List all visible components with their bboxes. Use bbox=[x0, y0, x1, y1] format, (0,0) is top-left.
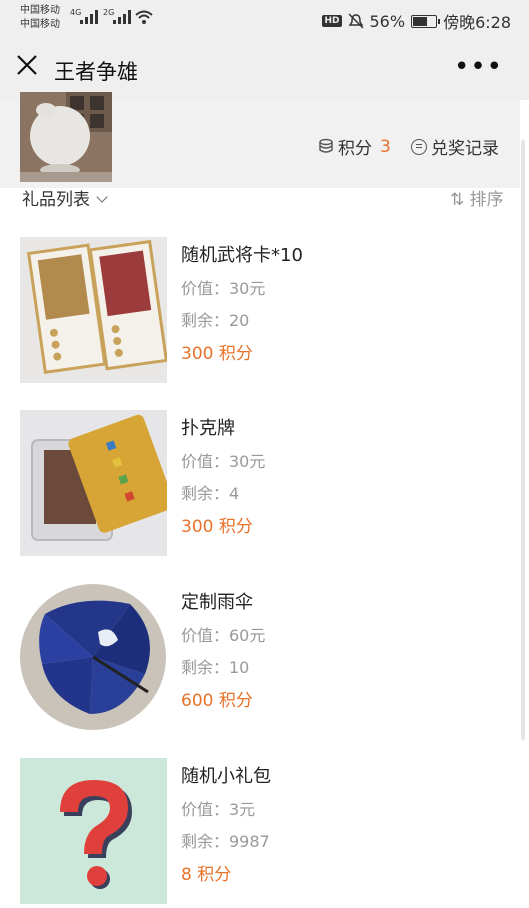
carrier-label-1: 中国移动 bbox=[20, 5, 60, 16]
gift-list-label: 礼品列表 bbox=[22, 190, 90, 210]
item-name: 随机武将卡*10 bbox=[181, 245, 303, 266]
list-item[interactable]: 随机武将卡*10 价值：30元 剩余：20 300 积分 bbox=[0, 237, 520, 387]
item-thumbnail bbox=[20, 237, 167, 383]
avatar[interactable] bbox=[20, 92, 112, 182]
redeem-record-label: 兑奖记录 bbox=[431, 139, 499, 159]
clock: 傍晚6:28 bbox=[443, 13, 511, 32]
status-right: HD 56% 傍晚6:28 bbox=[322, 9, 511, 33]
sort-button[interactable]: ⇅ 排序 bbox=[450, 185, 504, 210]
question-mark-image bbox=[20, 758, 167, 904]
battery-percent: 56% bbox=[369, 11, 406, 31]
item-thumbnail bbox=[20, 584, 167, 730]
item-thumbnail bbox=[20, 410, 167, 556]
more-menu-button[interactable]: ••• bbox=[454, 52, 503, 82]
item-stock: 剩余：4 bbox=[181, 484, 240, 503]
battery-fill bbox=[413, 16, 427, 26]
item-name: 随机小礼包 bbox=[181, 766, 271, 787]
carrier-labels: 中国移动 中国移动 bbox=[20, 4, 60, 32]
points-display: 积分 3 bbox=[318, 134, 391, 159]
umbrella-image bbox=[20, 584, 167, 730]
points-label: 积分 bbox=[338, 139, 372, 159]
cards-image bbox=[20, 237, 167, 383]
list-icon bbox=[411, 138, 427, 155]
item-value: 价值：3元 bbox=[181, 800, 256, 819]
signal-icon-2 bbox=[113, 10, 131, 24]
item-points: 300 积分 bbox=[181, 517, 253, 537]
item-points: 600 积分 bbox=[181, 691, 253, 711]
item-points: 8 积分 bbox=[181, 865, 232, 885]
carrier-label-2: 中国移动 bbox=[20, 19, 60, 30]
redeem-record-button[interactable]: 兑奖记录 bbox=[411, 134, 499, 159]
item-thumbnail bbox=[20, 758, 167, 904]
scrollbar[interactable] bbox=[521, 140, 525, 740]
close-icon[interactable] bbox=[16, 54, 38, 76]
item-name: 扑克牌 bbox=[181, 418, 235, 439]
item-value: 价值：60元 bbox=[181, 626, 266, 645]
item-points: 300 积分 bbox=[181, 344, 253, 364]
item-stock: 剩余：20 bbox=[181, 311, 250, 330]
status-bar: 中国移动 中国移动 4G 2G HD 56% 傍晚6:28 bbox=[0, 0, 529, 38]
poker-tin-image bbox=[20, 410, 167, 556]
item-stock: 剩余：10 bbox=[181, 658, 250, 677]
mute-bell-icon bbox=[347, 13, 364, 29]
nav-bar: 王者争雄 ••• bbox=[0, 38, 529, 100]
list-item[interactable]: 定制雨伞 价值：60元 剩余：10 600 积分 bbox=[0, 584, 520, 734]
item-value: 价值：30元 bbox=[181, 279, 266, 298]
page-title: 王者争雄 bbox=[54, 60, 138, 84]
avatar-image bbox=[20, 92, 112, 182]
coins-icon bbox=[319, 138, 333, 153]
item-name: 定制雨伞 bbox=[181, 592, 253, 613]
item-stock: 剩余：9987 bbox=[181, 832, 270, 851]
item-value: 价值：30元 bbox=[181, 452, 266, 471]
chevron-down-icon bbox=[96, 191, 108, 203]
list-item[interactable]: 随机小礼包 价值：3元 剩余：9987 8 积分 bbox=[0, 758, 520, 908]
battery-icon bbox=[411, 14, 441, 28]
gift-list-dropdown[interactable]: 礼品列表 bbox=[22, 185, 108, 210]
list-item[interactable]: 扑克牌 价值：30元 剩余：4 300 积分 bbox=[0, 410, 520, 560]
hd-badge: HD bbox=[322, 15, 342, 27]
points-value: 3 bbox=[380, 136, 391, 157]
signal-icon-1 bbox=[80, 10, 98, 24]
wifi-icon bbox=[135, 10, 153, 24]
